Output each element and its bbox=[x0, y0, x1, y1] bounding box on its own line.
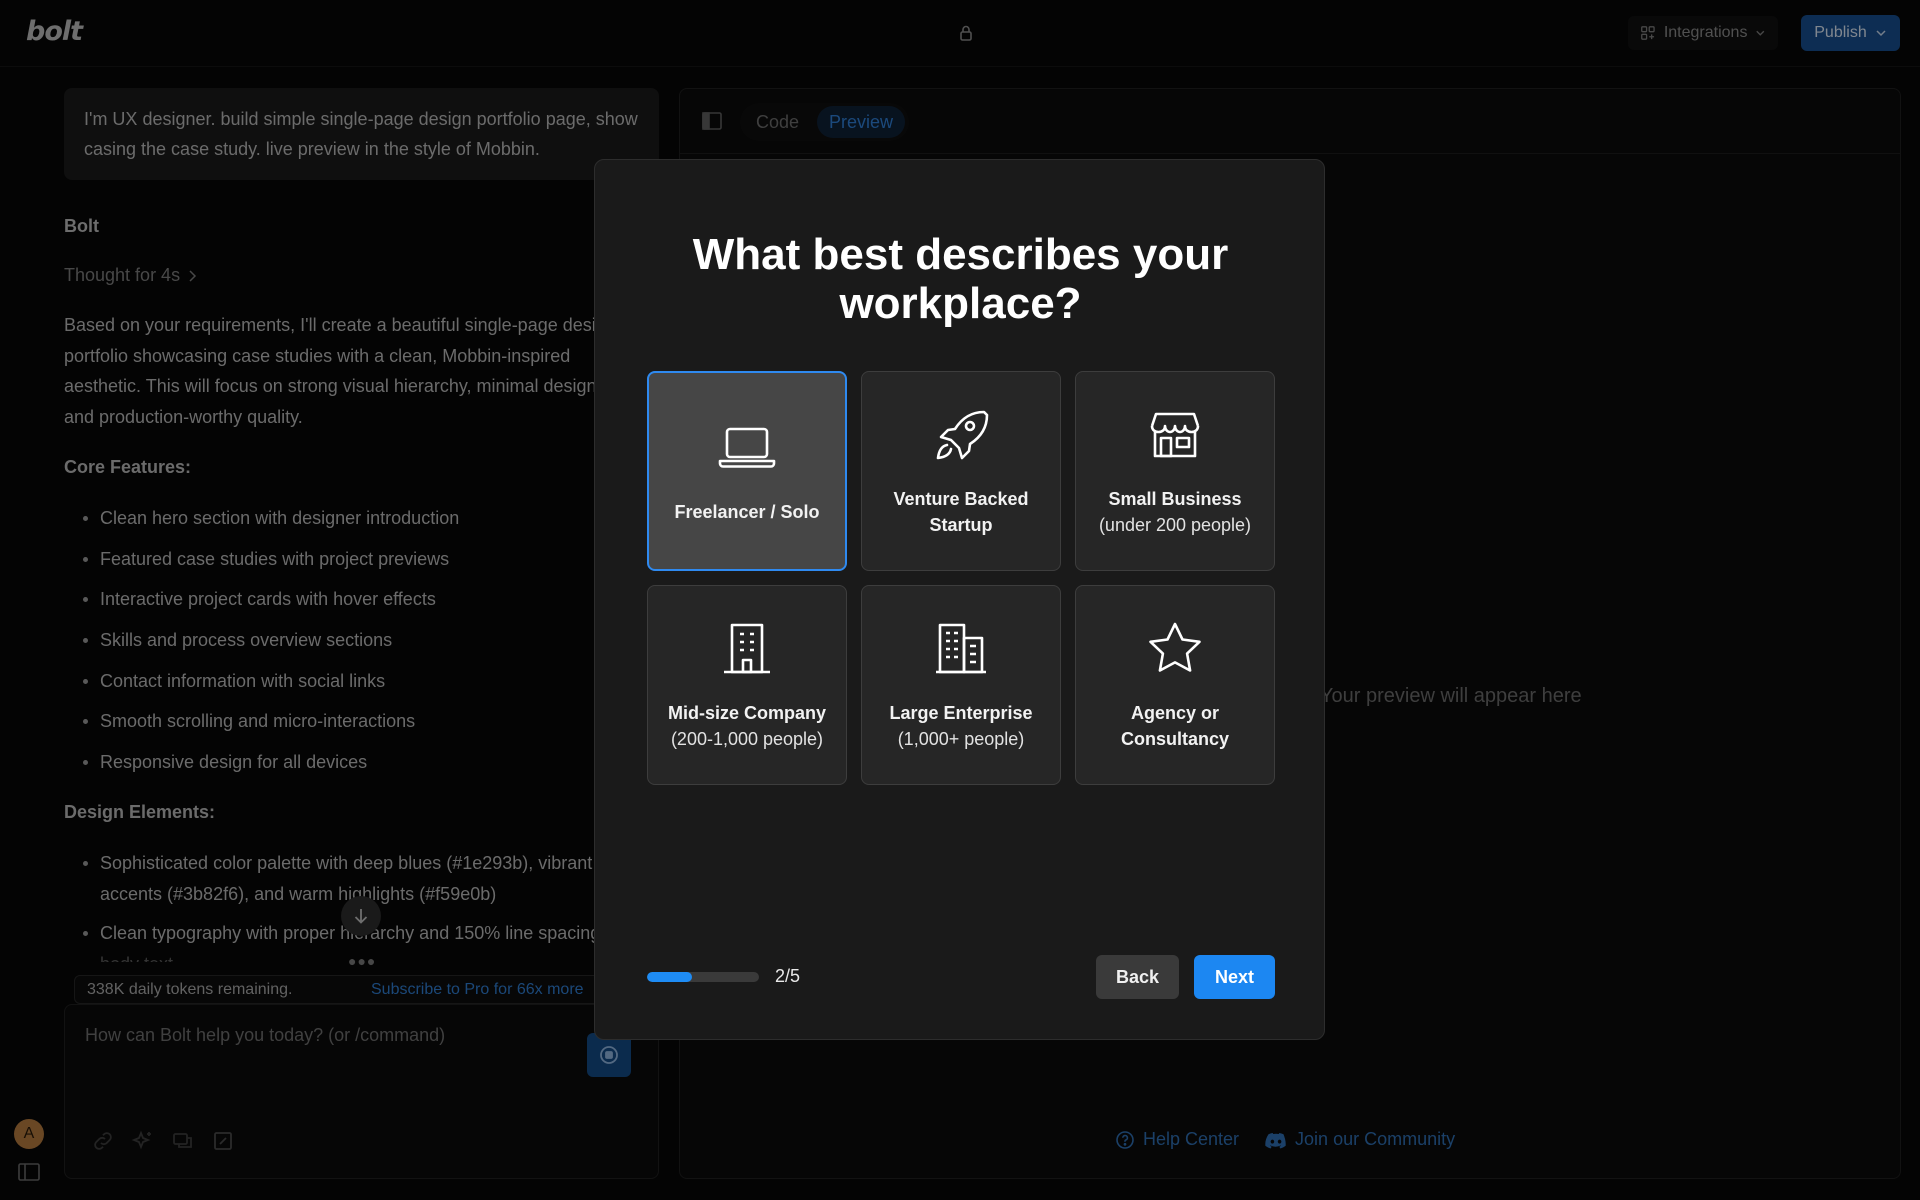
modal-title: What best describes your workplace? bbox=[692, 230, 1229, 328]
option-agency[interactable]: Agency or Consultancy bbox=[1075, 585, 1275, 785]
star-icon bbox=[1149, 622, 1201, 672]
option-large-enterprise[interactable]: Large Enterprise (1,000+ people) bbox=[861, 585, 1061, 785]
back-button[interactable]: Back bbox=[1096, 955, 1179, 999]
option-label: Agency or Consultancy bbox=[1120, 703, 1230, 749]
option-sublabel: (under 200 people) bbox=[1098, 515, 1252, 535]
option-small-business[interactable]: Small Business (under 200 people) bbox=[1075, 371, 1275, 571]
option-label: Freelancer / Solo bbox=[674, 502, 820, 522]
next-button[interactable]: Next bbox=[1194, 955, 1275, 999]
storefront-icon bbox=[1150, 412, 1200, 458]
progress-bar bbox=[647, 972, 759, 982]
option-sublabel: (1,000+ people) bbox=[897, 729, 1025, 749]
laptop-icon bbox=[718, 427, 776, 468]
option-midsize-company[interactable]: Mid-size Company (200-1,000 people) bbox=[647, 585, 847, 785]
option-label: Small Business bbox=[1108, 489, 1242, 509]
rocket-icon bbox=[936, 410, 989, 460]
progress-fill bbox=[647, 972, 692, 982]
enterprise-buildings-icon bbox=[936, 623, 986, 674]
office-building-icon bbox=[724, 623, 770, 674]
option-freelancer[interactable]: Freelancer / Solo bbox=[647, 371, 847, 571]
option-label: Mid-size Company bbox=[667, 703, 827, 723]
workplace-modal: What best describes your workplace? Free… bbox=[594, 159, 1325, 1040]
option-venture-startup[interactable]: Venture Backed Startup bbox=[861, 371, 1061, 571]
step-indicator: 2/5 bbox=[775, 966, 801, 986]
option-sublabel: (200-1,000 people) bbox=[670, 729, 824, 749]
option-label: Venture Backed Startup bbox=[893, 489, 1029, 535]
option-label: Large Enterprise bbox=[889, 703, 1033, 723]
